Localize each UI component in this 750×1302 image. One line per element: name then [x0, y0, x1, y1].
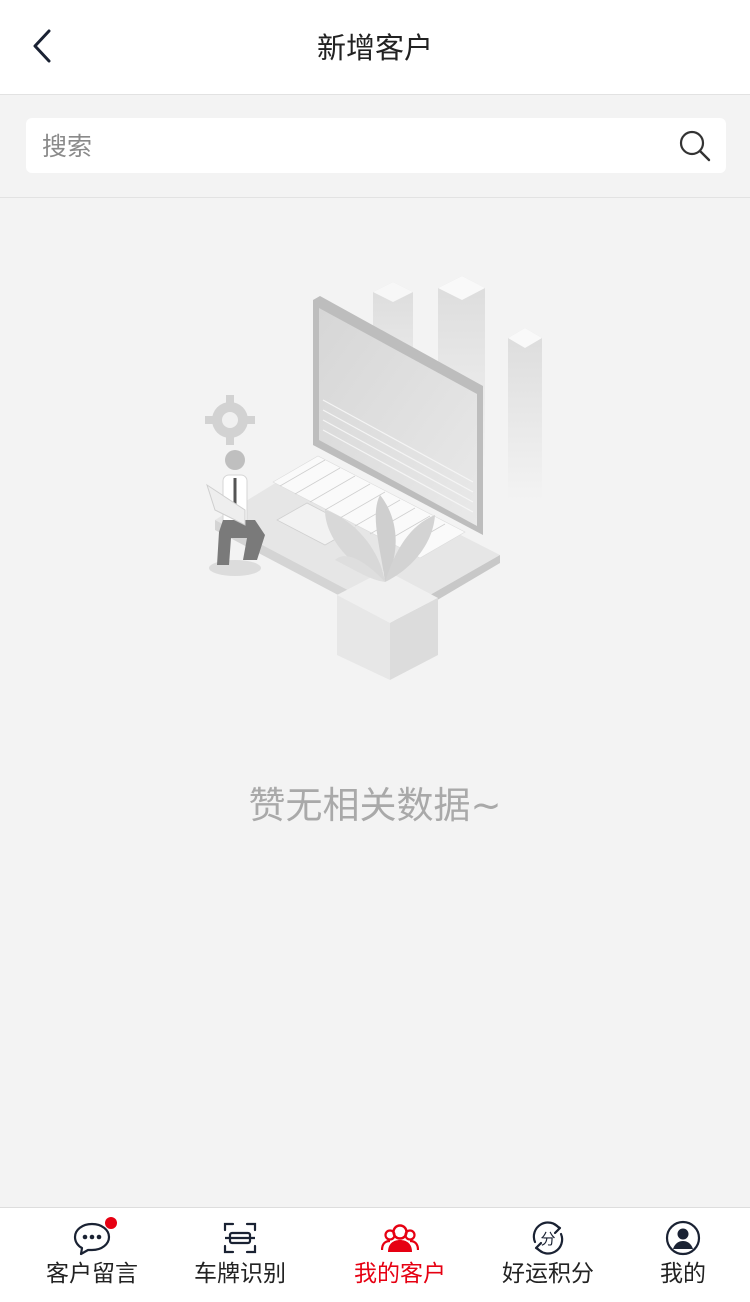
license-plate-scan-icon: [223, 1222, 257, 1254]
search-input[interactable]: [40, 118, 664, 175]
tab-label: 我的客户: [354, 1261, 446, 1287]
tab-customer-messages[interactable]: 客户留言: [17, 1208, 167, 1302]
bottom-tab-bar: 客户留言 车牌识别 我的客户 分 好运积分 我的: [0, 1207, 750, 1302]
page-title: 新增客户: [316, 31, 433, 65]
user-profile-icon: [665, 1220, 701, 1256]
tab-label: 我的: [660, 1261, 706, 1287]
search-box: [26, 118, 726, 175]
empty-state-message: 赞无相关数据~: [248, 784, 502, 827]
svg-text:分: 分: [540, 1230, 555, 1248]
unread-badge: [105, 1217, 117, 1229]
customers-group-icon: [380, 1224, 420, 1252]
empty-state-illustration: [205, 276, 542, 680]
tab-plate-recognition[interactable]: 车牌识别: [165, 1208, 315, 1302]
points-cycle-icon: 分: [532, 1221, 564, 1255]
header-bar: 新增客户: [0, 0, 750, 95]
tab-me[interactable]: 我的: [608, 1208, 750, 1302]
tab-my-customers[interactable]: 我的客户: [325, 1208, 475, 1302]
tab-lucky-points[interactable]: 分 好运积分: [473, 1208, 623, 1302]
search-icon[interactable]: [678, 129, 712, 163]
tab-label: 客户留言: [46, 1261, 138, 1287]
tab-label: 车牌识别: [194, 1261, 286, 1287]
tab-label: 好运积分: [502, 1261, 594, 1287]
search-section: [0, 95, 750, 198]
